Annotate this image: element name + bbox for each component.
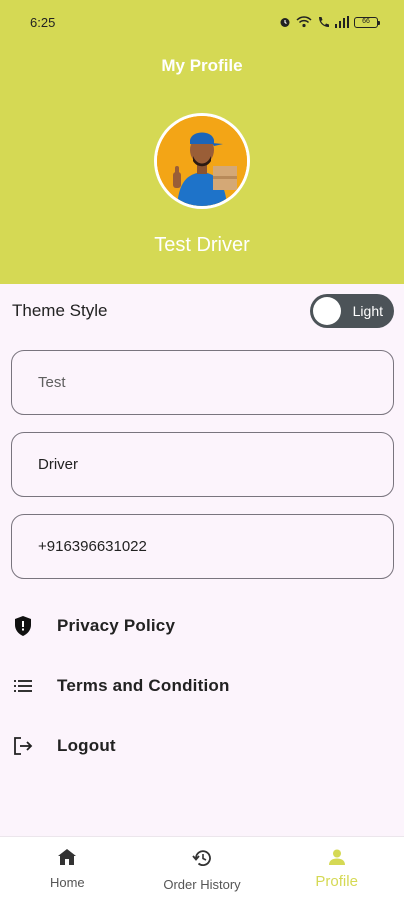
theme-toggle-label: Light (352, 303, 383, 319)
nav-home-label: Home (49, 875, 85, 890)
privacy-policy-item[interactable]: Privacy Policy (12, 606, 392, 646)
signal-icon (335, 16, 349, 28)
status-bar: 6:25 66 (0, 0, 404, 44)
nav-profile-label: Profile (315, 873, 358, 890)
alarm-icon (280, 18, 290, 27)
nav-profile[interactable]: Profile (269, 837, 404, 900)
wifi-icon (296, 16, 312, 28)
phone-field[interactable]: +916396631022 (11, 514, 394, 579)
logout-icon (12, 735, 34, 757)
battery-icon: 66 (354, 16, 380, 28)
page-title: My Profile (161, 56, 243, 75)
theme-style-label: Theme Style (12, 301, 108, 320)
call-icon (319, 17, 329, 27)
logout-label: Logout (57, 736, 116, 755)
avatar-photo (157, 116, 247, 206)
terms-label: Terms and Condition (57, 676, 230, 695)
list-icon (12, 675, 34, 697)
theme-toggle[interactable]: Light (310, 294, 394, 328)
bottom-navigation: Home Order History Profile (0, 836, 404, 900)
home-icon (58, 849, 77, 870)
last-name-field[interactable]: Driver (11, 432, 394, 497)
person-icon (328, 849, 345, 870)
status-icons: 66 (279, 16, 380, 28)
status-time: 6:25 (30, 14, 56, 30)
logout-item[interactable]: Logout (12, 726, 392, 766)
shield-icon (12, 615, 34, 637)
theme-style-row: Theme Style Light (12, 294, 394, 328)
nav-home[interactable]: Home (0, 837, 135, 900)
terms-item[interactable]: Terms and Condition (12, 666, 392, 706)
privacy-policy-label: Privacy Policy (57, 616, 176, 635)
toggle-knob (313, 297, 341, 325)
avatar[interactable] (154, 113, 250, 209)
nav-order-history[interactable]: Order History (135, 837, 270, 900)
first-name-field[interactable]: Test (11, 350, 394, 415)
nav-order-history-label: Order History (163, 877, 241, 892)
history-icon (192, 849, 212, 872)
driver-name: Test Driver (154, 234, 250, 256)
